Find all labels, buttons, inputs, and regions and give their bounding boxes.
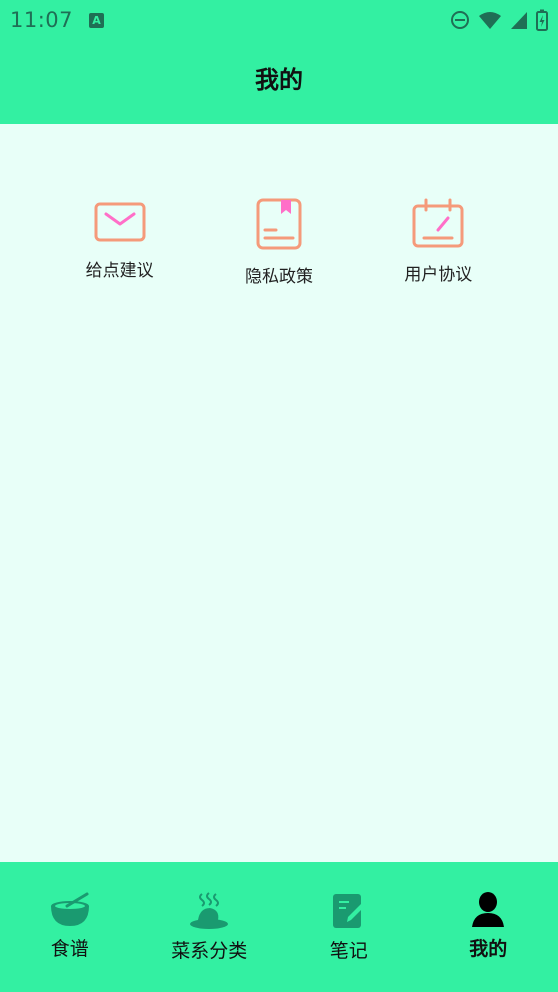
tab-recipes[interactable]: 食谱 xyxy=(0,862,140,992)
tab-label: 食谱 xyxy=(50,938,89,960)
do-not-disturb-icon xyxy=(451,11,469,29)
book-icon xyxy=(256,198,302,250)
page-title: 我的 xyxy=(255,66,303,94)
tab-label: 笔记 xyxy=(329,940,368,962)
menu-item-label: 给点建议 xyxy=(85,261,154,281)
status-bar: 11:07 A xyxy=(0,0,558,40)
signal-icon xyxy=(511,12,527,29)
battery-icon xyxy=(536,9,548,31)
menu-item-feedback[interactable]: 给点建议 xyxy=(40,198,199,287)
menu-item-label: 用户协议 xyxy=(404,265,473,285)
wifi-icon xyxy=(479,12,501,29)
status-icons xyxy=(450,9,548,31)
tab-cuisine-categories[interactable]: 菜系分类 xyxy=(140,862,280,992)
tab-label: 我的 xyxy=(469,938,508,960)
status-time: 11:07 xyxy=(10,8,74,32)
tab-notes[interactable]: 笔记 xyxy=(279,862,419,992)
dish-icon xyxy=(190,892,229,929)
menu-item-privacy-policy[interactable]: 隐私政策 xyxy=(199,198,358,287)
calendar-edit-icon xyxy=(412,198,464,248)
bottom-nav: 食谱 菜系分类 笔记 我的 xyxy=(0,862,558,992)
bowl-icon xyxy=(50,892,89,926)
person-icon xyxy=(472,892,505,927)
menu-grid: 给点建议 隐私政策 用户协议 xyxy=(40,198,518,287)
envelope-icon xyxy=(94,202,146,242)
note-edit-icon xyxy=(332,894,366,928)
menu-item-user-agreement[interactable]: 用户协议 xyxy=(359,198,518,287)
menu-item-label: 隐私政策 xyxy=(244,267,313,287)
app-header: 11:07 A 我的 xyxy=(0,0,558,124)
tab-label: 菜系分类 xyxy=(171,940,248,962)
notification-icon: A xyxy=(89,12,105,28)
tab-profile[interactable]: 我的 xyxy=(419,862,558,992)
